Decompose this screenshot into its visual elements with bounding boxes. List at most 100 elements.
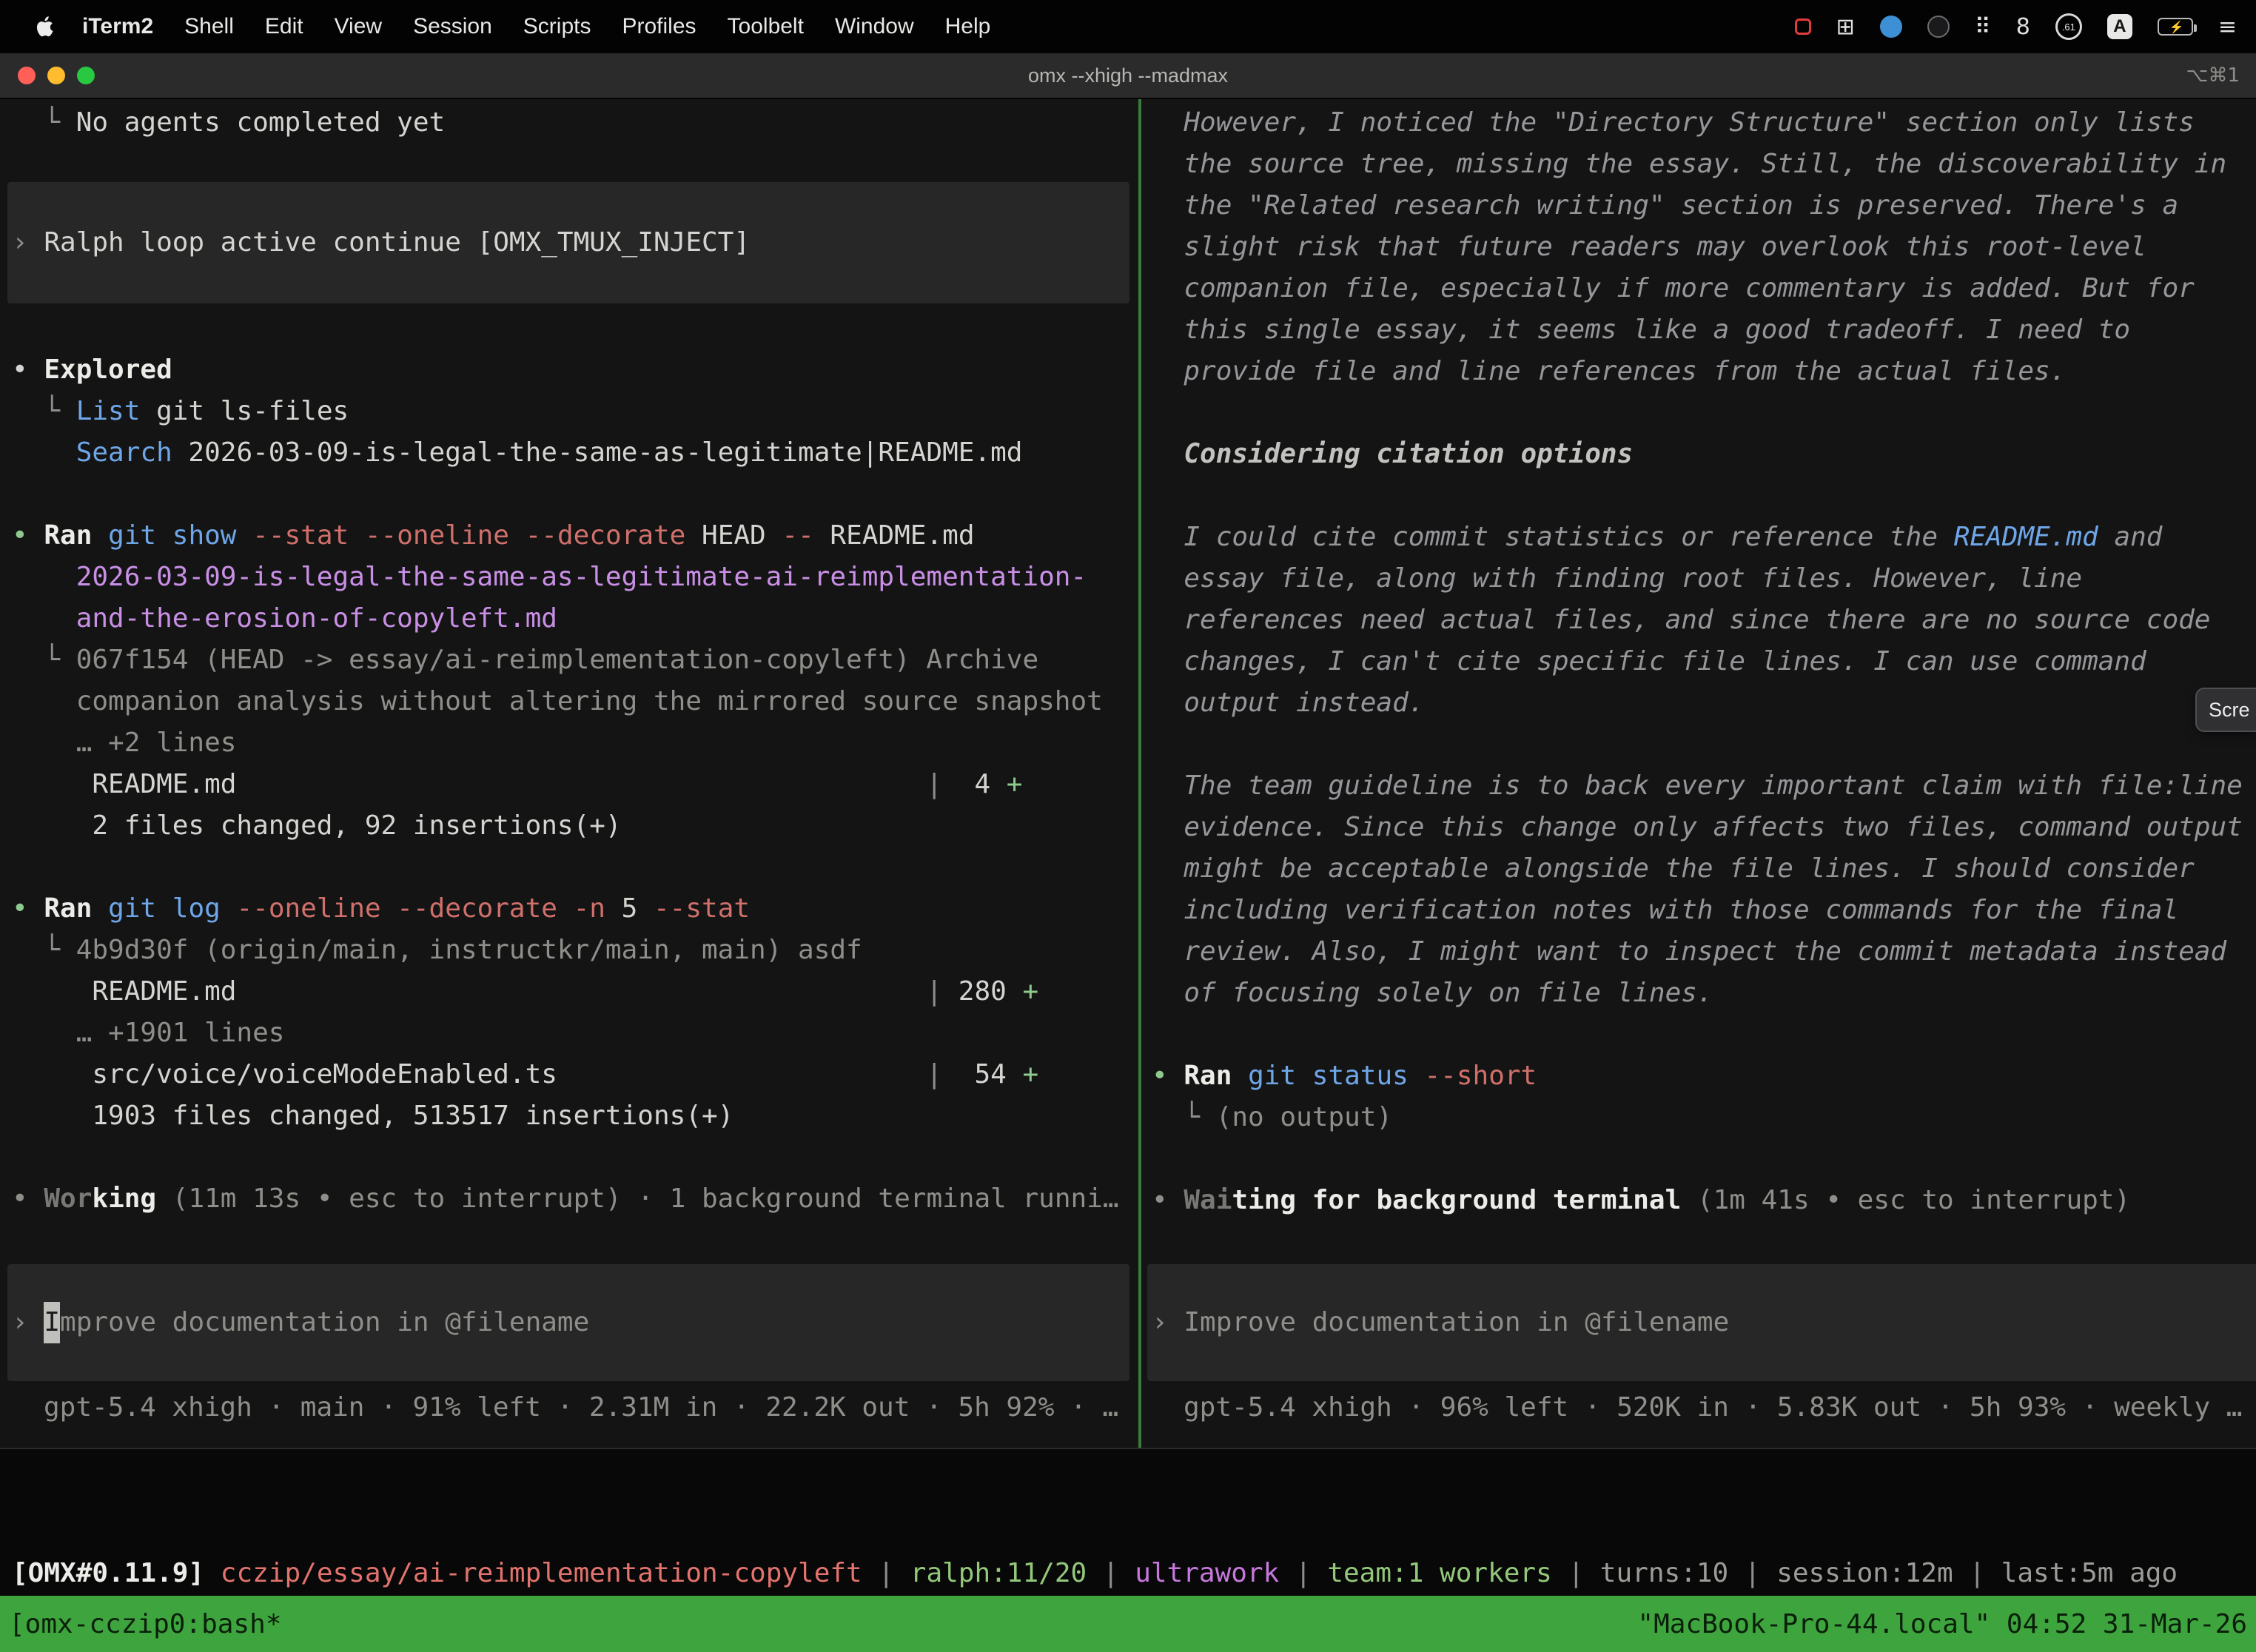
text-segment: essay file, along with finding root file…: [1152, 563, 2082, 594]
text-segment: Ran: [44, 520, 92, 551]
text-segment: companion file, especially if more comme…: [1152, 273, 2195, 303]
text-segment: 54: [942, 1059, 1022, 1089]
terminal-blank-line: [1152, 392, 2256, 434]
menu-item-session[interactable]: Session: [397, 14, 508, 39]
omx-session-status: [OMX#0.11.9] cczip/essay/ai-reimplementa…: [0, 1448, 2256, 1596]
text-segment: HEAD: [685, 520, 765, 551]
dots-grid-icon[interactable]: ⠿: [1975, 14, 1991, 40]
terminal-line: However, I noticed the "Directory Struct…: [1152, 102, 2256, 144]
text-segment: changes, I can't cite specific file line…: [1152, 646, 2146, 676]
right-pane-status-line: gpt-5.4 xhigh · 96% left · 520K in · 5.8…: [1152, 1387, 2256, 1428]
menu-item-toolbelt[interactable]: Toolbelt: [712, 14, 819, 39]
text-segment: +: [1022, 976, 1038, 1007]
text-segment: +: [1022, 1059, 1038, 1089]
right-terminal-pane[interactable]: However, I noticed the "Directory Struct…: [1141, 99, 2256, 1448]
battery-icon[interactable]: ⚡: [2158, 18, 2193, 36]
tmux-status-bar: [omx-cczip0:bash* "MacBook-Pro-44.local"…: [0, 1596, 2256, 1652]
terminal-line: essay file, along with finding root file…: [1152, 558, 2256, 600]
text-segment: |: [557, 1059, 942, 1089]
tmux-session-window[interactable]: [omx-cczip0:bash*: [9, 1609, 281, 1639]
text-segment: the source tree, missing the essay. Stil…: [1152, 149, 2226, 179]
text-segment: README.md: [12, 976, 236, 1007]
terminal-line: └ List git ls-files: [12, 391, 1138, 432]
menu-item-shell[interactable]: Shell: [169, 14, 249, 39]
right-prompt-input[interactable]: › Improve documentation in @filename: [1147, 1264, 2256, 1381]
text-segment: |: [1953, 1558, 2001, 1588]
text-segment: of focusing solely on file lines.: [1152, 978, 1713, 1008]
text-segment: this single essay, it seems like a good …: [1152, 315, 2130, 345]
tmux-panes: └ No agents completed yet › Ralph loop a…: [0, 99, 2256, 1448]
terminal-blank-line: [1152, 475, 2256, 517]
text-segment: --stat: [637, 893, 750, 924]
macos-menu-bar: iTerm2 Shell Edit View Session Scripts P…: [0, 0, 2256, 53]
menu-item-view[interactable]: View: [319, 14, 397, 39]
text-segment: 5: [605, 893, 637, 924]
text-segment: last:5m ago: [2001, 1558, 2178, 1588]
zoom-button[interactable]: [77, 67, 95, 84]
text-segment: [OMX#0.11.9]: [12, 1558, 204, 1588]
close-button[interactable]: [18, 67, 36, 84]
terminal-line: • Ran git log --oneline --decorate -n 5 …: [12, 888, 1138, 930]
window-grid-icon[interactable]: ⊞: [1836, 14, 1855, 40]
text-segment: --: [766, 520, 814, 551]
menu-item-help[interactable]: Help: [930, 14, 1007, 39]
minimize-button[interactable]: [47, 67, 65, 84]
terminal-line: review. Also, I might want to inspect th…: [1152, 931, 2256, 973]
terminal-line: └ 067f154 (HEAD -> essay/ai-reimplementa…: [12, 639, 1138, 681]
text-segment: |: [1279, 1558, 1327, 1588]
text-segment: Search: [76, 437, 172, 468]
eight-app-icon[interactable]: 8: [2016, 14, 2030, 40]
input-source-icon[interactable]: A: [2107, 14, 2132, 39]
terminal-line: might be acceptable alongside the file l…: [1152, 848, 2256, 890]
text-segment: output instead.: [1152, 688, 1424, 718]
text-segment: └ 4b9d30f (origin/main, instructkr/main,…: [12, 935, 862, 965]
percent-circle-icon[interactable]: .61: [2055, 13, 2082, 40]
text-segment: The team guideline is to back every impo…: [1152, 770, 2243, 801]
text-segment: … +2 lines: [12, 728, 236, 758]
menu-item-iterm2[interactable]: iTerm2: [67, 14, 169, 39]
text-segment: (1m 41s • esc to interrupt): [1681, 1185, 2130, 1215]
text-segment: README.md: [1954, 522, 2098, 552]
menu-item-window[interactable]: Window: [819, 14, 930, 39]
text-segment: git show: [108, 520, 236, 551]
menu-item-profiles[interactable]: Profiles: [606, 14, 711, 39]
terminal-line: • Working (11m 13s • esc to interrupt) ·…: [12, 1178, 1138, 1220]
ralph-loop-banner: › Ralph loop active continue [OMX_TMUX_I…: [7, 182, 1129, 303]
text-segment: 2 files changed, 92 insertions(+): [12, 810, 622, 841]
text-segment: src/voice/voiceModeEnabled.ts: [12, 1059, 557, 1089]
left-pane-bottom: › Improve documentation in @filename gpt…: [12, 1264, 1138, 1428]
terminal-line: README.md | 280 +: [12, 971, 1138, 1013]
terminal-line: … +1901 lines: [12, 1013, 1138, 1054]
right-pane-bottom: › Improve documentation in @filename gpt…: [1152, 1264, 2256, 1428]
terminal-line: • Ran git status --short: [1152, 1055, 2256, 1097]
left-terminal-pane[interactable]: └ No agents completed yet › Ralph loop a…: [0, 99, 1138, 1448]
terminal-line: └ (no output): [1152, 1097, 2256, 1138]
terminal-line: 2026-03-09-is-legal-the-same-as-legitima…: [12, 557, 1138, 598]
text-segment: •: [1152, 1185, 1184, 1215]
text-segment: and-the-erosion-of-copyleft.md: [12, 603, 557, 634]
dark-app-icon[interactable]: [1927, 16, 1950, 38]
text-segment: Ran: [1184, 1061, 1232, 1091]
text-segment: README.md: [12, 769, 236, 799]
menu-item-edit[interactable]: Edit: [249, 14, 319, 39]
screen-recording-icon[interactable]: [1795, 19, 1811, 35]
text-segment: └ 067f154 (HEAD -> essay/ai-reimplementa…: [12, 645, 1038, 675]
terminal-line: • Waiting for background terminal (1m 41…: [1152, 1180, 2256, 1221]
text-segment: including verification notes with those …: [1152, 895, 2178, 925]
notification-sliver[interactable]: Scre: [2195, 688, 2256, 732]
notification-text: Scre: [2209, 699, 2250, 722]
menu-lines-icon[interactable]: ≡: [2218, 14, 2237, 40]
terminal-line: companion file, especially if more comme…: [1152, 268, 2256, 309]
menu-item-scripts[interactable]: Scripts: [508, 14, 607, 39]
text-segment: ultrawork: [1135, 1558, 1279, 1588]
text-segment: ting for background terminal: [1232, 1185, 1681, 1215]
text-segment: Wai: [1184, 1185, 1232, 1215]
blue-app-icon[interactable]: [1880, 16, 1902, 38]
text-segment: I could cite commit statistics or refere…: [1152, 522, 1954, 552]
terminal-line: of focusing solely on file lines.: [1152, 973, 2256, 1014]
left-prompt-input[interactable]: › Improve documentation in @filename: [7, 1264, 1129, 1381]
apple-menu[interactable]: [22, 16, 67, 37]
text-segment: However, I noticed the "Directory Struct…: [1152, 107, 2195, 138]
text-segment: Ran: [44, 893, 92, 924]
text-segment: •: [12, 1183, 44, 1214]
